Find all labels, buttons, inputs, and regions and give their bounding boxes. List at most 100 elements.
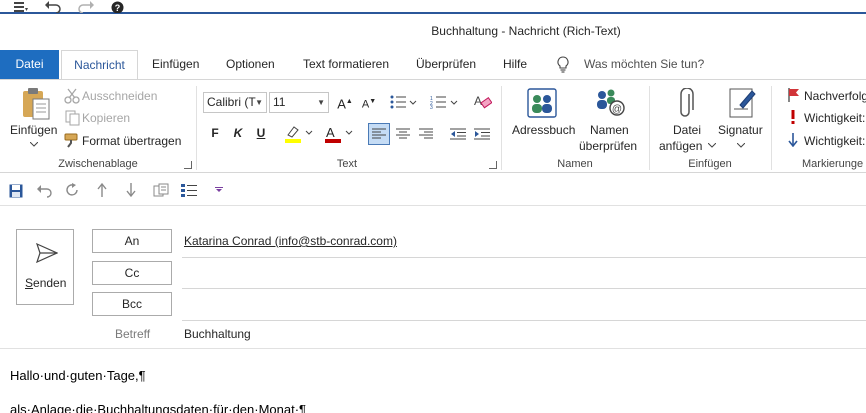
tab-hilfe[interactable]: Hilfe	[503, 50, 527, 79]
paperclip-icon[interactable]	[679, 88, 695, 120]
svg-text:3: 3	[430, 105, 433, 109]
cut-button[interactable]: Ausschneiden	[82, 89, 157, 103]
svg-text:A: A	[474, 94, 482, 108]
font-color-icon[interactable]: A	[324, 124, 354, 144]
font-size-value: 11	[273, 95, 286, 109]
format-painter-button[interactable]: Format übertragen	[82, 134, 181, 148]
address-book-button[interactable]: Adressbuch	[512, 123, 575, 137]
copy-icon	[65, 110, 80, 126]
group-label-einfuegen: Einfügen	[688, 158, 732, 170]
increase-indent-button[interactable]	[472, 124, 492, 144]
tab-datei[interactable]: Datei	[0, 50, 59, 79]
undo-icon[interactable]	[45, 1, 61, 13]
to-button[interactable]: An	[92, 229, 172, 253]
paste-icon[interactable]	[20, 87, 52, 121]
follow-up-button[interactable]: Nachverfolg	[804, 89, 866, 103]
dialog-launcher-icon[interactable]	[184, 161, 192, 169]
grow-font-button[interactable]: A▲	[335, 92, 355, 112]
title-bar: ?	[0, 0, 866, 14]
bullets-icon[interactable]	[390, 95, 418, 109]
chevron-down-icon[interactable]	[708, 143, 716, 148]
italic-button[interactable]: K	[228, 123, 248, 143]
font-name-select[interactable]: Calibri (T ▼	[203, 92, 267, 113]
importance-low-button[interactable]: Wichtigkeit:	[804, 134, 865, 148]
dialog-launcher-icon[interactable]	[489, 161, 497, 169]
tab-text-formatieren[interactable]: Text formatieren	[303, 50, 389, 79]
signature-button[interactable]: Signatur	[718, 123, 763, 137]
tab-optionen[interactable]: Optionen	[226, 50, 275, 79]
check-names-icon[interactable]: @	[593, 88, 627, 118]
tab-ueberpruefen[interactable]: Überprüfen	[416, 50, 476, 79]
attach-file-button[interactable]: Datei	[673, 123, 701, 137]
highlight-icon[interactable]	[284, 124, 314, 144]
chevron-down-icon: ▼	[317, 98, 325, 107]
flag-icon[interactable]	[788, 88, 800, 102]
window-title: Buchhaltung - Nachricht (Rich-Text)	[431, 24, 621, 38]
redo-icon[interactable]	[66, 183, 80, 197]
save-icon[interactable]	[9, 184, 23, 198]
send-icon	[36, 243, 58, 263]
cc-field[interactable]	[182, 288, 866, 289]
send-label-rest: enden	[33, 276, 67, 290]
copy-button[interactable]: Kopieren	[82, 111, 130, 125]
tell-me-search[interactable]: Was möchten Sie tun?	[584, 50, 704, 79]
customize-qat-icon[interactable]	[215, 187, 223, 193]
arrow-up-icon[interactable]	[97, 183, 107, 197]
address-book-icon[interactable]	[527, 88, 559, 118]
body-line: Hallo·und·guten·Tage,¶	[10, 368, 146, 383]
attach-file-button-line2[interactable]: anfügen	[659, 139, 702, 153]
lightbulb-icon	[557, 56, 569, 73]
list-options-icon[interactable]	[181, 183, 199, 197]
help-icon[interactable]: ?	[111, 1, 124, 13]
group-label-namen: Namen	[557, 158, 593, 170]
importance-high-icon	[790, 110, 796, 124]
paste-button[interactable]: Einfügen	[10, 123, 57, 137]
customize-menu-icon[interactable]	[14, 2, 28, 12]
send-button[interactable]: Senden	[16, 229, 74, 305]
cc-label: Cc	[124, 266, 140, 280]
underline-button[interactable]: U	[251, 123, 271, 143]
svg-text:?: ?	[115, 3, 121, 13]
importance-high-button[interactable]: Wichtigkeit:	[804, 111, 865, 125]
group-separator	[771, 86, 772, 170]
group-label-zwischenablage: Zwischenablage	[58, 158, 138, 170]
to-recipient[interactable]: Katarina Conrad (info@stb-conrad.com)	[184, 234, 397, 248]
subject-label: Betreff	[115, 327, 151, 341]
svg-text:@: @	[612, 104, 622, 115]
group-label-markierungen: Markierunge	[802, 158, 864, 170]
ribbon-tabs: Datei Nachricht Einfügen Optionen Text f…	[0, 50, 866, 80]
format-painter-icon	[64, 133, 80, 149]
bold-button[interactable]: F	[205, 123, 225, 143]
chevron-down-icon[interactable]	[30, 142, 38, 147]
undo-icon[interactable]	[37, 184, 53, 198]
message-body[interactable]: Hallo·und·guten·Tage,¶ als·Anlage·die·Bu…	[0, 348, 866, 413]
to-label: An	[124, 234, 140, 248]
svg-text:A: A	[326, 125, 335, 140]
send-label: Senden	[25, 276, 67, 290]
group-label-text: Text	[336, 158, 358, 170]
clear-formatting-icon[interactable]: A	[474, 93, 492, 109]
arrow-down-icon[interactable]	[126, 183, 136, 197]
chevron-down-icon[interactable]	[737, 143, 745, 148]
redo-icon[interactable]	[78, 1, 94, 13]
align-right-button[interactable]	[416, 124, 436, 144]
numbering-icon[interactable]: 123	[430, 95, 460, 109]
check-names-button-line2[interactable]: überprüfen	[579, 139, 637, 153]
font-size-select[interactable]: 11 ▼	[269, 92, 329, 113]
check-names-button[interactable]: Namen	[590, 123, 629, 137]
signature-icon[interactable]	[728, 87, 758, 119]
tab-einfuegen[interactable]: Einfügen	[152, 50, 199, 79]
tab-nachricht[interactable]: Nachricht	[61, 50, 138, 80]
decrease-indent-button[interactable]	[448, 124, 468, 144]
to-field-underline	[182, 257, 866, 258]
scissors-icon	[64, 88, 80, 104]
align-left-button[interactable]	[368, 123, 390, 145]
bcc-button[interactable]: Bcc	[92, 292, 172, 316]
shrink-font-button[interactable]: A▼	[359, 92, 379, 112]
move-to-folder-icon[interactable]	[153, 183, 169, 197]
bcc-field[interactable]	[182, 320, 866, 321]
align-center-button[interactable]	[393, 124, 413, 144]
subject-input[interactable]: Buchhaltung	[184, 327, 251, 341]
cc-button[interactable]: Cc	[92, 261, 172, 285]
quick-access-toolbar	[0, 174, 866, 206]
